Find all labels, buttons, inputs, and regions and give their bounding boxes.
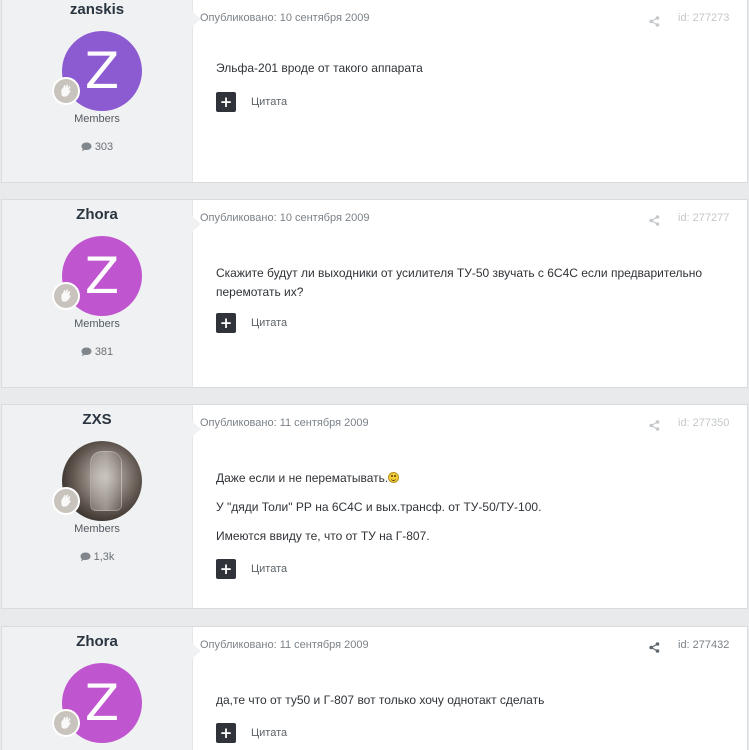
comment-icon xyxy=(81,142,92,152)
post-count-value: 1,3k xyxy=(93,551,115,563)
post-count-value: 303 xyxy=(94,141,114,153)
quote-button[interactable]: + Цитата xyxy=(216,559,287,579)
post-count-value: 381 xyxy=(94,346,114,358)
author-group: Members xyxy=(74,113,120,125)
rank-badge-icon xyxy=(52,77,80,105)
post-paragraph: Эльфа-201 вроде от такого аппарата xyxy=(216,61,423,75)
post-content: Даже если и не перематывать. У "дяди Тол… xyxy=(216,469,717,556)
plus-icon[interactable]: + xyxy=(216,559,236,579)
post-id[interactable]: id: 277277 xyxy=(678,212,729,224)
rank-badge-icon xyxy=(52,709,80,737)
author-username[interactable]: Zhora xyxy=(2,206,192,223)
post-content: Скажите будут ли выходники от усилителя … xyxy=(216,264,717,312)
author-post-count: 303 xyxy=(2,141,192,153)
post-content: да,те что от ту50 и Г-807 вот только хоч… xyxy=(216,691,717,720)
post-feed: zanskis Z Members 303 Опубликовано: 10 с… xyxy=(0,0,749,750)
author-username[interactable]: Zhora xyxy=(2,633,192,650)
quote-button[interactable]: + Цитата xyxy=(216,723,287,743)
plus-icon[interactable]: + xyxy=(216,92,236,112)
post-id[interactable]: id: 277350 xyxy=(678,417,729,429)
rank-badge-icon xyxy=(52,282,80,310)
author-username[interactable]: ZXS xyxy=(2,411,192,428)
plus-icon[interactable]: + xyxy=(216,313,236,333)
author-post-count: 381 xyxy=(2,346,192,358)
author-post-count: 1,3k xyxy=(2,551,192,563)
quote-label[interactable]: Цитата xyxy=(251,317,287,329)
post-date[interactable]: Опубликовано: 10 сентября 2009 xyxy=(200,212,369,224)
post: Zhora Z Members 381 Опубликовано: 10 сен… xyxy=(1,199,748,388)
post-id[interactable]: id: 277273 xyxy=(678,12,729,24)
share-icon[interactable] xyxy=(649,14,660,32)
smiley-icon xyxy=(388,472,400,483)
quote-label[interactable]: Цитата xyxy=(251,563,287,575)
rank-badge-icon xyxy=(52,487,80,515)
avatar-photo xyxy=(90,451,122,511)
quote-label[interactable]: Цитата xyxy=(251,727,287,739)
post-paragraph: Скажите будут ли выходники от усилителя … xyxy=(216,266,703,299)
author-username[interactable]: zanskis xyxy=(2,1,192,18)
post-paragraph-text: Даже если и не перематывать. xyxy=(216,471,389,485)
post-date[interactable]: Опубликовано: 11 сентября 2009 xyxy=(200,417,369,429)
post-content: Эльфа-201 вроде от такого аппарата xyxy=(216,59,717,88)
post-paragraph: У "дяди Толи" РР на 6С4С и вых.трансф. о… xyxy=(216,500,542,514)
post-paragraph: Даже если и не перематывать. xyxy=(216,469,717,488)
post-paragraph: Имеются ввиду те, что от ТУ на Г-807. xyxy=(216,529,430,543)
plus-icon[interactable]: + xyxy=(216,723,236,743)
post-id[interactable]: id: 277432 xyxy=(678,639,729,651)
post-date[interactable]: Опубликовано: 10 сентября 2009 xyxy=(200,12,369,24)
comment-icon xyxy=(80,552,91,562)
quote-button[interactable]: + Цитата xyxy=(216,92,287,112)
quote-button[interactable]: + Цитата xyxy=(216,313,287,333)
share-icon[interactable] xyxy=(649,418,660,436)
post-date[interactable]: Опубликовано: 11 сентября 2009 xyxy=(200,639,369,651)
comment-icon xyxy=(81,347,92,357)
post: Zhora Z Опубликовано: 11 сентября 2009 i… xyxy=(1,626,748,750)
share-icon[interactable] xyxy=(649,213,660,231)
share-icon[interactable] xyxy=(649,640,660,658)
author-group: Members xyxy=(74,523,120,535)
quote-label[interactable]: Цитата xyxy=(251,96,287,108)
post: zanskis Z Members 303 Опубликовано: 10 с… xyxy=(1,0,748,183)
author-group: Members xyxy=(74,318,120,330)
post-paragraph: да,те что от ту50 и Г-807 вот только хоч… xyxy=(216,693,545,707)
post: ZXS Members 1,3k Опубликовано: 11 сентяб… xyxy=(1,404,748,609)
